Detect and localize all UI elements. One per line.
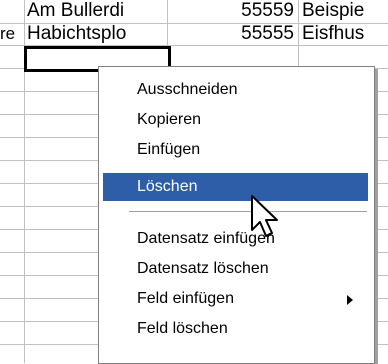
menu-item-datensatz-loeschen[interactable]: Datensatz löschen <box>103 255 368 283</box>
menu-item-feld-einfuegen[interactable]: Feld einfügen <box>103 285 368 313</box>
menu-item-label: Feld einfügen <box>137 290 234 307</box>
cell-zip[interactable]: 55559 <box>170 0 294 22</box>
menu-item-feld-loeschen[interactable]: Feld löschen <box>103 315 368 343</box>
menu-item-einfuegen[interactable]: Einfügen <box>103 136 368 164</box>
context-menu: Ausschneiden Kopieren Einfügen Löschen D… <box>98 66 375 364</box>
arrow-pointer-icon <box>251 195 278 237</box>
cell-street-active[interactable]: Habichtsplo <box>27 23 163 45</box>
cell-city[interactable]: Eisfhus <box>302 23 388 45</box>
menu-item-loeschen[interactable]: Löschen <box>103 173 368 201</box>
cell-city[interactable]: Beispie <box>302 0 388 22</box>
menu-item-kopieren[interactable]: Kopieren <box>103 106 368 134</box>
menu-separator <box>129 211 367 212</box>
menu-item-datensatz-einfuegen[interactable]: Datensatz einfügen <box>103 225 368 253</box>
cell-partial-left[interactable]: re <box>0 23 22 45</box>
cell-zip[interactable]: 55555 <box>170 23 294 45</box>
menu-item-ausschneiden[interactable]: Ausschneiden <box>103 76 368 104</box>
cell-street[interactable]: Am Bullerdi <box>27 0 165 22</box>
submenu-arrow-icon <box>347 295 353 305</box>
